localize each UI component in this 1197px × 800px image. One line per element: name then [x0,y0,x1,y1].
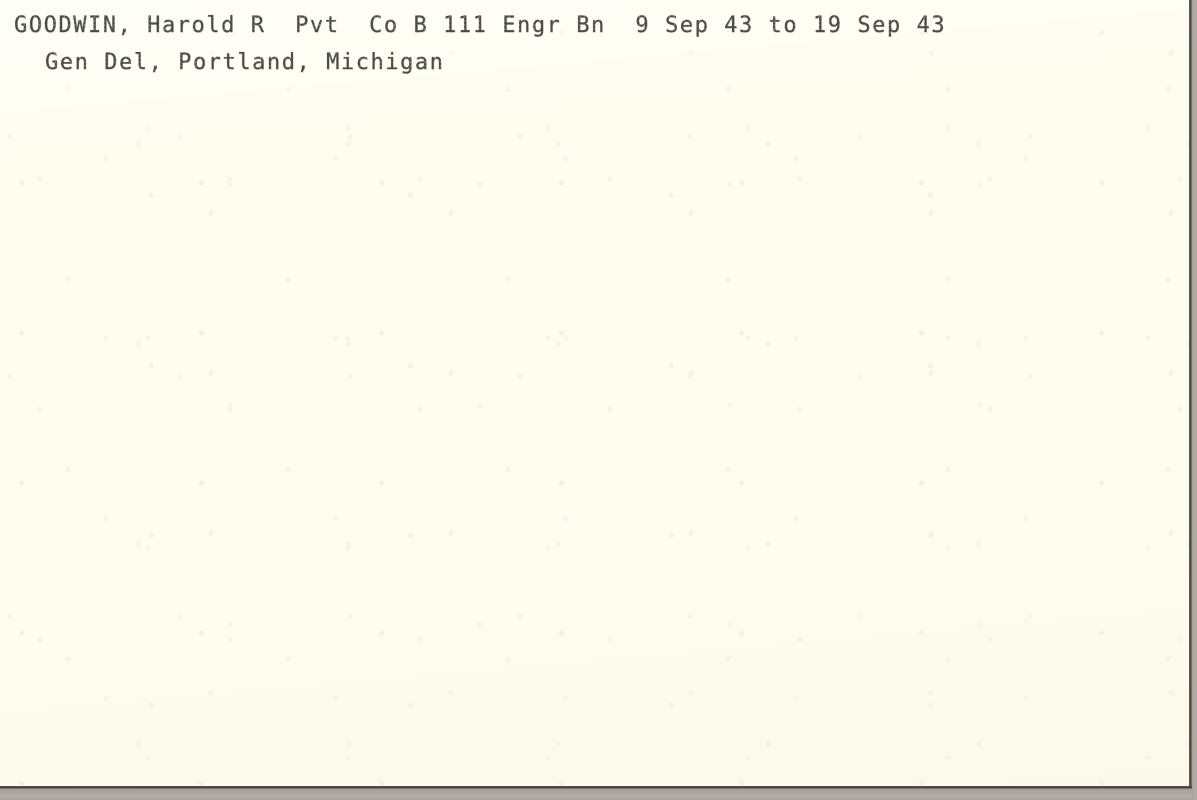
paper-lighting-gradient [0,0,1191,787]
scanner-bed-right-strip [1192,0,1197,800]
scanner-bed-bottom-strip [0,789,1197,800]
record-line-name-rank-unit-dates: GOODWIN, Harold R Pvt Co B 111 Engr Bn 9… [11,11,949,40]
record-line-address: Gen Del, Portland, Michigan [42,48,447,77]
scanned-index-card-image: GOODWIN, Harold R Pvt Co B 111 Engr Bn 9… [0,0,1197,800]
paper-texture [0,0,1191,787]
index-card: GOODWIN, Harold R Pvt Co B 111 Engr Bn 9… [0,0,1191,787]
